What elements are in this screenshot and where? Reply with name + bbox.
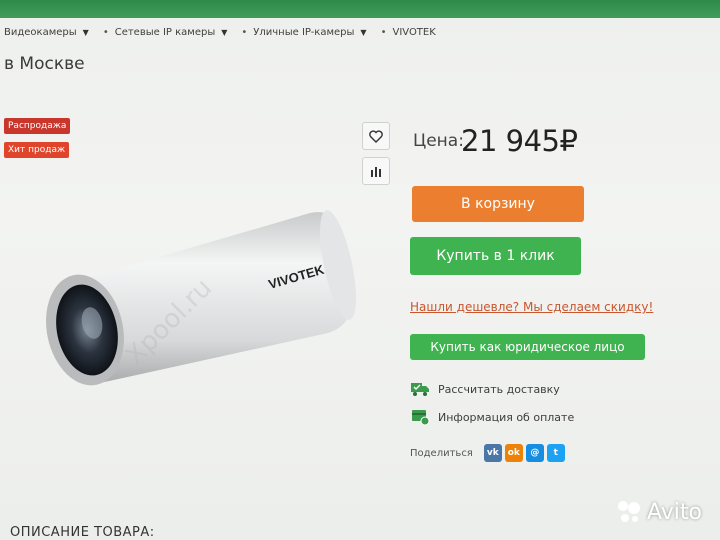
avito-text: Avito [647, 499, 702, 525]
breadcrumb-label[interactable]: Видеокамеры [4, 27, 77, 38]
sale-badge: Распродажа [4, 118, 71, 134]
twitter-icon[interactable]: t [546, 444, 565, 462]
odnoklassniki-icon[interactable]: ok [504, 444, 523, 462]
calculate-delivery-link[interactable]: Рассчитать доставку [410, 380, 560, 398]
breadcrumb-label[interactable]: VIVOTEK [392, 27, 435, 38]
avito-watermark: Avito [615, 498, 702, 526]
breadcrumb-item[interactable]: • Уличные IP-камеры ▼ [241, 27, 366, 38]
found-cheaper-link[interactable]: Нашли дешевле? Мы сделаем скидку! [410, 300, 653, 314]
card-icon [412, 410, 430, 426]
breadcrumb-item[interactable]: Видеокамеры ▼ [4, 27, 89, 38]
browser-page: Видеокамеры ▼ • Сетевые IP камеры ▼ • Уличны… [0, 0, 720, 540]
chevron-down-icon[interactable]: ▼ [221, 28, 227, 37]
delivery-label[interactable]: Рассчитать доставку [438, 383, 560, 396]
truck-icon [411, 383, 429, 396]
buy-one-click-button[interactable]: Купить в 1 клик [410, 237, 581, 275]
price-label: Цена: [413, 131, 464, 151]
avito-logo-icon [618, 501, 640, 522]
buy-as-legal-entity-button[interactable]: Купить как юридическое лицо [410, 334, 645, 360]
breadcrumb-label[interactable]: Уличные IP-камеры [253, 27, 354, 38]
bullet-icon: • [102, 27, 109, 38]
favorite-button[interactable] [362, 122, 390, 150]
moymir-icon[interactable]: @ [525, 444, 544, 462]
page-title: в Москве [4, 54, 85, 74]
description-heading: ОПИСАНИЕ ТОВАРА: [10, 525, 155, 540]
add-to-cart-button[interactable]: В корзину [412, 186, 584, 222]
site-header-bar [0, 0, 720, 18]
price-amount: 21 945 [461, 124, 560, 158]
price-value: 21 945₽ [461, 124, 578, 158]
payment-info-link[interactable]: Информация об оплате [410, 408, 574, 426]
share-block: Поделиться vk ok @ t [410, 444, 565, 462]
chevron-down-icon[interactable]: ▼ [83, 28, 89, 37]
breadcrumb: Видеокамеры ▼ • Сетевые IP камеры ▼ • Уличны… [4, 27, 450, 38]
compare-button[interactable] [362, 157, 390, 185]
breadcrumb-label[interactable]: Сетевые IP камеры [115, 27, 216, 38]
currency-symbol: ₽ [559, 124, 578, 158]
hit-badge: Хит продаж [4, 142, 70, 158]
heart-icon [369, 129, 383, 143]
chevron-down-icon[interactable]: ▼ [360, 28, 366, 37]
share-label: Поделиться [410, 447, 473, 459]
breadcrumb-item[interactable]: • Сетевые IP камеры ▼ [103, 27, 228, 38]
bar-chart-icon [371, 167, 381, 177]
payment-label[interactable]: Информация об оплате [438, 411, 574, 424]
vk-icon[interactable]: vk [483, 444, 502, 462]
bullet-icon: • [241, 27, 248, 38]
breadcrumb-item[interactable]: • VIVOTEK [381, 27, 436, 38]
bullet-icon: • [380, 27, 387, 38]
